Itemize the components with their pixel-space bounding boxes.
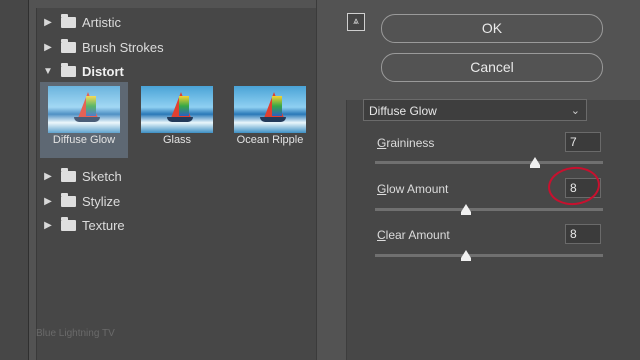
category-label: Sketch (82, 168, 122, 184)
thumbnail-image (48, 86, 120, 133)
cancel-button[interactable]: Cancel (381, 53, 603, 82)
folder-icon (61, 13, 76, 28)
filter-select[interactable]: Diffuse Glow ⌄ (363, 99, 587, 121)
triangle-right-icon: ▶ (44, 41, 52, 53)
category-stylize[interactable]: ▶ Stylize (37, 189, 317, 213)
chevron-down-icon: ⌄ (570, 105, 580, 117)
category-label: Distort (82, 63, 124, 79)
folder-icon (61, 216, 76, 231)
thumbnail-caption: Ocean Ripple (236, 134, 304, 146)
glow-amount-slider-thumb[interactable] (461, 204, 472, 215)
category-label: Brush Strokes (82, 39, 164, 55)
thumbnail-image (234, 86, 306, 133)
category-label: Artistic (82, 14, 121, 30)
graininess-input[interactable]: 7 (565, 132, 601, 152)
category-brush-strokes[interactable]: ▶ Brush Strokes (37, 35, 317, 59)
glow-amount-label: Glow Amount (377, 182, 449, 196)
clear-amount-label: Clear Amount (377, 228, 450, 242)
category-label: Stylize (82, 193, 121, 209)
filter-thumb-diffuse-glow[interactable]: Diffuse Glow (40, 82, 128, 158)
thumbnail-caption: Diffuse Glow (52, 134, 116, 146)
folder-icon (61, 38, 76, 53)
folder-icon (61, 192, 76, 207)
filter-select-value: Diffuse Glow (369, 104, 437, 118)
category-distort[interactable]: ▼ Distort (37, 59, 317, 83)
ok-button[interactable]: OK (381, 14, 603, 43)
watermark: Blue Lightning TV (36, 328, 115, 339)
graininess-label: Graininess (377, 136, 435, 150)
preview-panel (0, 0, 29, 360)
triangle-right-icon: ▶ (44, 170, 52, 182)
thumbnail-caption: Glass (162, 134, 192, 146)
triangle-right-icon: ▶ (44, 16, 52, 28)
glow-amount-track[interactable] (375, 208, 603, 211)
clear-amount-slider-thumb[interactable] (461, 250, 472, 261)
filter-thumb-ocean-ripple[interactable]: Ocean Ripple (226, 82, 314, 158)
category-sketch[interactable]: ▶ Sketch (37, 164, 317, 188)
collapse-icon[interactable]: ⩓ (347, 13, 365, 31)
folder-icon (61, 167, 76, 182)
clear-amount-input[interactable]: 8 (565, 224, 601, 244)
panel-divider (316, 0, 337, 360)
thumbnail-image (141, 86, 213, 133)
category-artistic[interactable]: ▶ Artistic (37, 10, 317, 34)
graininess-track[interactable] (375, 161, 603, 164)
filter-tree: ▶ Artistic ▶ Brush Strokes ▼ Distort Dif… (36, 8, 317, 360)
panel-gap (29, 0, 36, 360)
folder-icon (61, 62, 76, 77)
triangle-right-icon: ▶ (44, 195, 52, 207)
category-label: Texture (82, 217, 125, 233)
triangle-down-icon: ▼ (43, 65, 53, 77)
category-texture[interactable]: ▶ Texture (37, 213, 317, 237)
clear-amount-track[interactable] (375, 254, 603, 257)
triangle-right-icon: ▶ (44, 219, 52, 231)
graininess-slider-thumb[interactable] (529, 157, 540, 168)
filter-thumb-glass[interactable]: Glass (133, 82, 221, 158)
